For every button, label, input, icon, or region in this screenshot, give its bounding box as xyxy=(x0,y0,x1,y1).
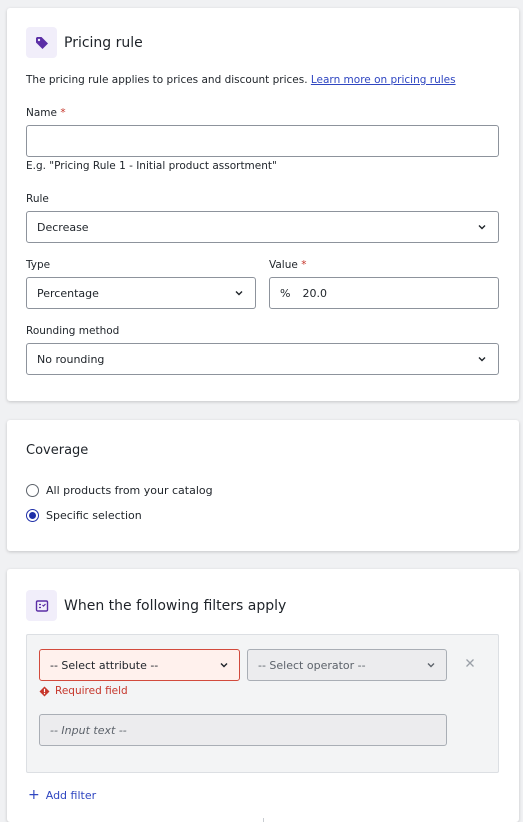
add-filter-label: Add filter xyxy=(45,788,97,802)
filter-text-input[interactable]: -- Input text -- xyxy=(39,714,447,746)
error-text: Required field xyxy=(55,685,128,697)
radio-specific-selection[interactable]: Specific selection xyxy=(26,509,142,522)
add-filter-button[interactable]: + Add filter xyxy=(28,788,96,802)
radio-all-products[interactable]: All products from your catalog xyxy=(26,484,213,497)
filter-text-placeholder: -- Input text -- xyxy=(50,723,127,737)
required-mark: * xyxy=(60,107,66,119)
rule-label: Rule xyxy=(26,193,49,205)
percent-prefix: % xyxy=(280,286,291,300)
filters-card: When the following filters apply -- Sele… xyxy=(7,569,519,822)
plus-icon: + xyxy=(28,787,40,803)
name-label: Name * xyxy=(26,107,66,119)
filter-row-container: -- Select attribute -- -- Select operato… xyxy=(26,634,499,773)
pricing-rule-title: Pricing rule xyxy=(64,34,143,51)
value-label: Value * xyxy=(269,259,306,271)
error-message: Required field xyxy=(39,685,128,697)
filters-header: When the following filters apply xyxy=(26,590,286,621)
value-label-text: Value xyxy=(269,259,298,271)
filters-title: When the following filters apply xyxy=(64,597,287,614)
divider xyxy=(263,818,264,822)
name-hint: E.g. "Pricing Rule 1 - Initial product a… xyxy=(26,160,277,172)
chevron-down-icon xyxy=(235,291,243,296)
warning-icon xyxy=(39,686,50,696)
rounding-label: Rounding method xyxy=(26,325,120,337)
chevron-down-icon xyxy=(220,663,228,668)
operator-select[interactable]: -- Select operator -- xyxy=(247,649,447,681)
chevron-down-icon xyxy=(427,663,435,668)
filter-list-icon xyxy=(26,590,57,621)
pricing-rule-card: Pricing rule The pricing rule applies to… xyxy=(7,8,519,401)
coverage-title: Coverage xyxy=(26,443,89,458)
operator-select-value: -- Select operator -- xyxy=(258,658,366,672)
value-input[interactable]: % 20.0 xyxy=(269,277,499,309)
value-input-value: 20.0 xyxy=(302,286,327,300)
radio-label: All products from your catalog xyxy=(46,484,213,497)
pricing-rule-description: The pricing rule applies to prices and d… xyxy=(26,74,456,86)
name-label-text: Name xyxy=(26,107,57,119)
learn-more-link[interactable]: Learn more on pricing rules xyxy=(311,74,456,86)
close-icon[interactable] xyxy=(464,657,476,669)
type-label: Type xyxy=(26,259,51,271)
type-select[interactable]: Percentage xyxy=(26,277,256,309)
pricing-rule-header: Pricing rule xyxy=(26,27,143,58)
description-text: The pricing rule applies to prices and d… xyxy=(26,74,308,86)
rounding-select-value: No rounding xyxy=(37,352,105,366)
type-select-value: Percentage xyxy=(37,286,99,300)
chevron-down-icon xyxy=(478,357,486,362)
rule-select-value: Decrease xyxy=(37,220,89,234)
chevron-down-icon xyxy=(478,225,486,230)
required-mark: * xyxy=(301,259,307,271)
radio-label: Specific selection xyxy=(46,509,142,522)
radio-button[interactable] xyxy=(26,484,39,497)
coverage-card: Coverage All products from your catalog … xyxy=(7,420,519,551)
rule-select[interactable]: Decrease xyxy=(26,211,499,243)
attribute-select-value: -- Select attribute -- xyxy=(50,658,159,672)
name-input[interactable] xyxy=(26,125,499,157)
attribute-select[interactable]: -- Select attribute -- xyxy=(39,649,240,681)
rounding-select[interactable]: No rounding xyxy=(26,343,499,375)
tag-icon xyxy=(26,27,57,58)
radio-button-checked[interactable] xyxy=(26,509,39,522)
